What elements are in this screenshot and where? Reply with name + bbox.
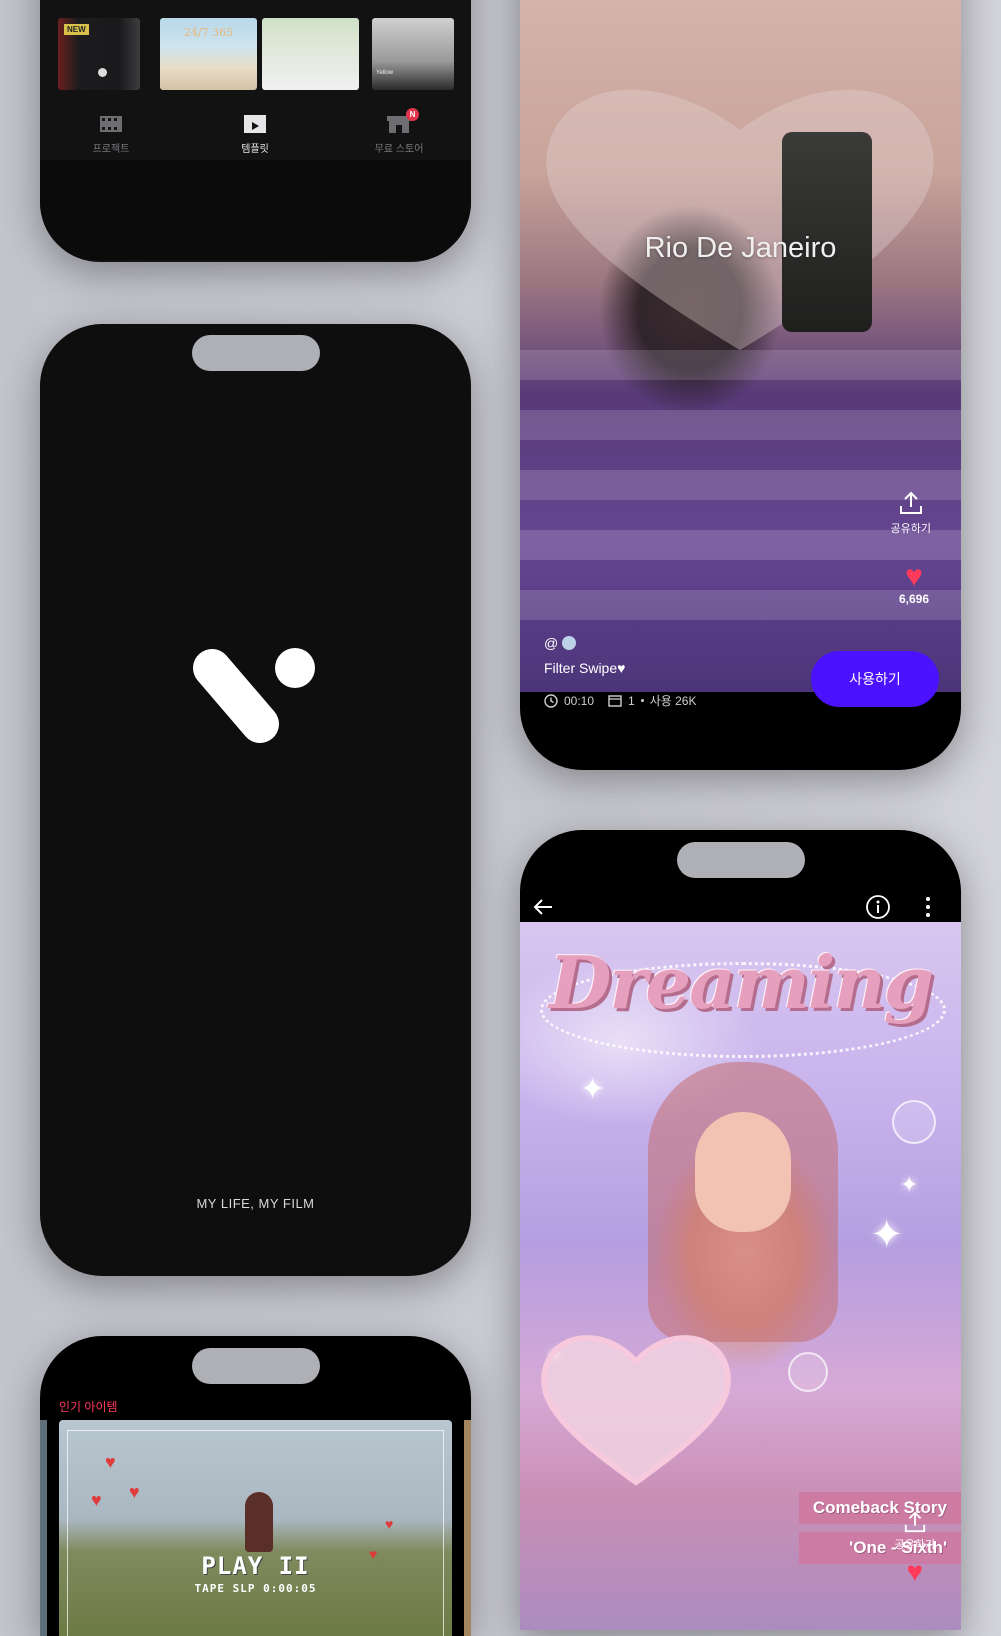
sparkle-icon: ✦ (900, 1172, 919, 1197)
info-icon[interactable] (865, 894, 891, 920)
template-thumb-1[interactable]: NEW (58, 18, 140, 90)
bubble-icon (892, 1100, 936, 1144)
tab-project[interactable]: 프로젝트 (56, 114, 166, 155)
face-shape (695, 1112, 791, 1232)
clip-count: 1 (628, 693, 635, 708)
clip-icon (608, 694, 622, 707)
phone-popular: 인기 아이템 ♥ ♥ ♥ ♥ ♥ PLAY II TAPE SLP 0:00:0… (40, 1336, 471, 1636)
splash-tagline: MY LIFE, MY FILM (196, 1196, 315, 1211)
author-avatar (562, 636, 577, 650)
phone-home-template: NEW 24/7 365 Yellow 프로젝트 템플릿 N 무료 스토어 (40, 0, 471, 262)
more-vertical-icon[interactable] (925, 896, 931, 918)
tab-label: 템플릿 (241, 144, 269, 155)
clapper-icon (244, 115, 266, 133)
pixel-heart-icon: ♥ (91, 1490, 102, 1510)
pixel-heart-icon: ♥ (105, 1452, 116, 1472)
overlay-title: Rio De Janeiro (644, 232, 837, 264)
new-badge: NEW (64, 24, 89, 35)
bubble-icon (788, 1352, 828, 1392)
template-thumb-2[interactable]: 24/7 365 (160, 18, 257, 90)
pixel-heart-icon: ♥ (385, 1516, 394, 1532)
duration: 00:10 (564, 693, 595, 708)
like-button[interactable]: ♥ 6,696 (898, 560, 929, 607)
sparkle-icon: ✦ (580, 1073, 606, 1106)
art-label: Comeback Story (798, 1492, 961, 1524)
vllo-logo-icon (193, 648, 315, 743)
usage-count: 사용 26K (649, 694, 697, 708)
card-overlay-sub: TAPE SLP 0:00:05 (194, 1582, 317, 1595)
dynamic-island (676, 842, 805, 878)
tab-free-store[interactable]: N 무료 스토어 (344, 108, 454, 155)
art-title: Dreaming (548, 940, 934, 1025)
tab-label: 무료 스토어 (374, 144, 424, 155)
template-name: Filter Swipe♥ (544, 660, 626, 676)
running-figure (245, 1492, 273, 1552)
dynamic-island (191, 335, 320, 371)
template-meta: 00:10 1 사용 26K (544, 692, 697, 709)
back-arrow-icon[interactable] (532, 896, 554, 918)
thumb-title: 24/7 365 (183, 26, 234, 39)
like-count: 6,696 (898, 592, 929, 606)
thumb-title: Yellow (376, 70, 394, 76)
share-label: 공유하기 (890, 523, 931, 535)
card-overlay-title: PLAY II (201, 1552, 310, 1580)
film-icon (100, 116, 122, 132)
clock-icon (544, 693, 558, 708)
label-stack: Comeback Story 'One - Sixth' (798, 1492, 961, 1572)
sparkle-icon: ✦ (870, 1213, 904, 1257)
slider-knob-icon (98, 68, 107, 77)
share-label: 공유하기 (894, 1539, 935, 1551)
heart-overlay-icon (546, 89, 934, 350)
phone-template-detail: Rio De Janeiro 공유하기 ♥ 6,696 @ Filter Swi… (520, 0, 961, 770)
phone-dreaming-detail: Dreaming ✦ ✦ ✦ ✦ Comeback Story 'One - S… (520, 830, 961, 1630)
art-label: 'One - Sixth' (798, 1532, 961, 1564)
heart-icon[interactable]: ♥ (895, 1558, 935, 1586)
tab-label: 프로젝트 (92, 144, 130, 155)
template-preview-photo[interactable]: Rio De Janeiro (520, 0, 961, 692)
share-button[interactable]: 공유하기 (891, 490, 931, 536)
carousel-prev-peek[interactable] (40, 1420, 47, 1636)
bottom-tab-bar (40, 160, 471, 260)
template-thumb-3[interactable] (262, 18, 359, 90)
share-icon (899, 491, 922, 514)
tab-template[interactable]: 템플릿 (200, 114, 310, 155)
share-button[interactable]: 공유하기 ♥ (895, 1510, 935, 1586)
template-thumb-4[interactable]: Yellow (372, 18, 454, 90)
separator-dot (640, 699, 644, 702)
heart-icon: ♥ (905, 560, 923, 593)
new-badge: N (406, 108, 419, 121)
dynamic-island (191, 1348, 320, 1384)
section-title: 인기 아이템 (59, 1400, 118, 1414)
popular-template-card[interactable]: ♥ ♥ ♥ ♥ ♥ PLAY II TAPE SLP 0:00:05 (59, 1420, 452, 1636)
phone-splash: MY LIFE, MY FILM (40, 324, 471, 1276)
author-handle[interactable]: @ (544, 635, 577, 651)
carousel-next-peek[interactable] (464, 1420, 471, 1636)
use-template-button[interactable]: 사용하기 (811, 651, 939, 707)
share-icon (904, 1511, 925, 1533)
pixel-heart-icon: ♥ (129, 1482, 140, 1502)
heart-frame-icon (541, 1335, 731, 1486)
